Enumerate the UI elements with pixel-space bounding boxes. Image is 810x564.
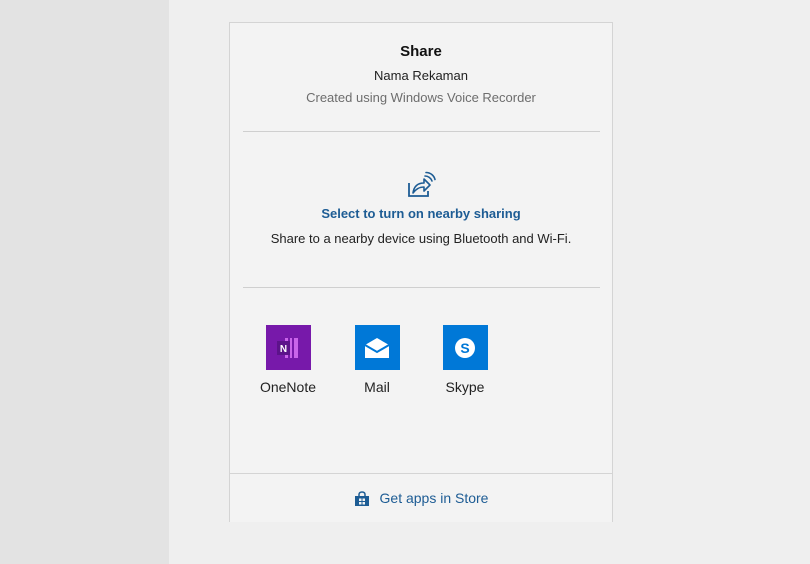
share-apps-list: N OneNote Mail S Skype [243,325,600,405]
app-label: Mail [364,379,390,395]
app-label: Skype [445,379,485,395]
share-header: Share Nama Rekaman Created using Windows… [230,23,612,106]
share-subtitle: Created using Windows Voice Recorder [306,90,536,105]
share-panel: Share Nama Rekaman Created using Windows… [229,22,613,522]
nearby-share-icon[interactable] [406,171,436,199]
divider [243,131,600,132]
onenote-icon: N [265,325,311,370]
app-mail[interactable]: Mail [337,325,417,396]
svg-text:N: N [280,344,287,355]
app-skype[interactable]: S Skype [425,325,505,396]
nearby-sharing-section: Select to turn on nearby sharing Share t… [230,171,612,247]
app-label: OneNote [259,379,317,395]
store-link-label: Get apps in Store [379,490,489,506]
nearby-sharing-toggle-link[interactable]: Select to turn on nearby sharing [321,205,520,222]
store-bag-icon [354,490,369,506]
shared-file-name: Nama Rekaman [374,68,468,83]
share-title: Share [400,43,442,60]
divider [243,287,600,288]
app-onenote[interactable]: N OneNote [248,325,328,396]
mail-icon [354,325,400,370]
get-apps-in-store-link[interactable]: Get apps in Store [354,490,489,507]
skype-icon: S [442,325,488,370]
left-background-strip [0,0,169,564]
nearby-sharing-description: Share to a nearby device using Bluetooth… [270,231,572,246]
svg-text:S: S [460,340,469,356]
share-footer: Get apps in Store [230,473,612,523]
